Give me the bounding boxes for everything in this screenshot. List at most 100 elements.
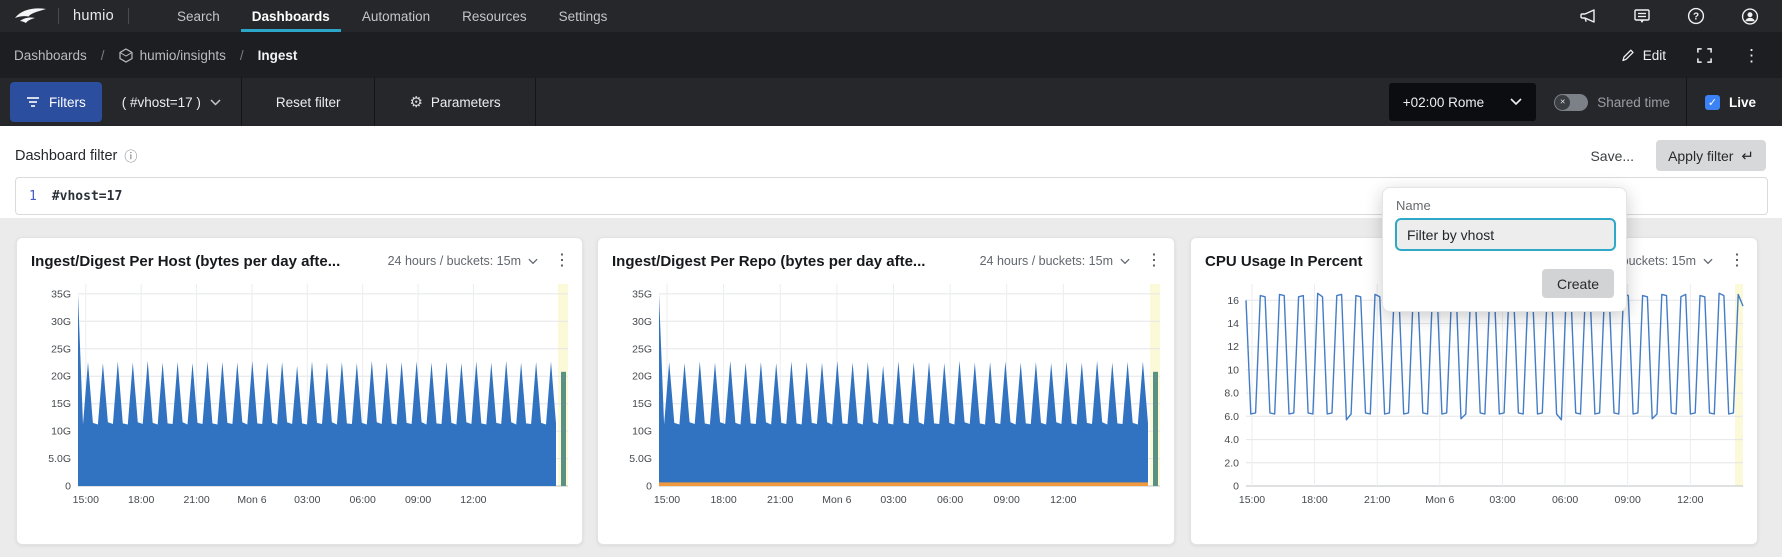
- breadcrumb-repository[interactable]: humio/insights: [119, 48, 226, 63]
- nav-item-search[interactable]: Search: [166, 0, 231, 32]
- svg-text:5.0G: 5.0G: [48, 453, 71, 465]
- svg-text:09:00: 09:00: [994, 494, 1020, 506]
- live-label: Live: [1729, 95, 1756, 110]
- svg-text:06:00: 06:00: [350, 494, 376, 506]
- shared-time-toggle[interactable]: ✕: [1554, 94, 1588, 111]
- edit-button[interactable]: Edit: [1620, 47, 1666, 63]
- svg-text:12: 12: [1227, 341, 1239, 353]
- filter-name-input[interactable]: [1395, 218, 1616, 251]
- divider: [535, 78, 536, 126]
- breadcrumb-dashboards[interactable]: Dashboards: [14, 48, 87, 63]
- svg-text:15G: 15G: [632, 398, 652, 410]
- widget-ingest-per-host: Ingest/Digest Per Host (bytes per day af…: [16, 237, 583, 545]
- crowdstrike-falcon-logo-icon[interactable]: [14, 5, 48, 27]
- svg-text:35G: 35G: [51, 288, 71, 300]
- chevron-down-icon: [1703, 258, 1713, 265]
- svg-text:09:00: 09:00: [405, 494, 431, 506]
- svg-text:15:00: 15:00: [73, 494, 99, 506]
- chart-canvas[interactable]: 05.0G10G15G20G25G30G35G15:0018:0021:00Mo…: [21, 276, 578, 519]
- svg-text:5.0G: 5.0G: [629, 453, 652, 465]
- chart-canvas[interactable]: 05.0G10G15G20G25G30G35G15:0018:0021:00Mo…: [602, 276, 1170, 519]
- save-filter-button[interactable]: Save...: [1590, 148, 1634, 164]
- svg-text:15G: 15G: [51, 398, 71, 410]
- svg-text:20G: 20G: [51, 371, 71, 383]
- svg-text:0: 0: [646, 481, 652, 493]
- reset-filter-label: Reset filter: [276, 95, 341, 110]
- popup-name-label: Name: [1396, 198, 1626, 213]
- svg-text:03:00: 03:00: [294, 494, 320, 506]
- svg-text:20G: 20G: [632, 371, 652, 383]
- apply-filter-button[interactable]: Apply filter ↵: [1656, 140, 1766, 171]
- svg-text:18:00: 18:00: [710, 494, 736, 506]
- apply-filter-label: Apply filter: [1668, 148, 1733, 164]
- brand-name[interactable]: humio: [73, 8, 114, 24]
- help-icon[interactable]: ?: [1686, 6, 1706, 26]
- nav-item-settings[interactable]: Settings: [548, 0, 619, 32]
- svg-text:21:00: 21:00: [183, 494, 209, 506]
- nav-items: Search Dashboards Automation Resources Setti…: [161, 0, 623, 32]
- fullscreen-button[interactable]: [1696, 47, 1713, 64]
- breadcrumb-separator: /: [240, 48, 244, 63]
- widget-menu-button[interactable]: ⋮: [554, 253, 570, 269]
- time-range-label: 24 hours / buckets: 15m: [980, 254, 1113, 268]
- more-options-button[interactable]: ⋮: [1743, 47, 1760, 64]
- svg-text:25G: 25G: [51, 343, 71, 355]
- chart-canvas[interactable]: 02.04.06.08.01012141615:0018:0021:00Mon …: [1195, 276, 1753, 519]
- active-filter-dropdown[interactable]: ( #vhost=17 ): [102, 78, 241, 126]
- return-key-icon: ↵: [1741, 147, 1754, 165]
- svg-text:Mon 6: Mon 6: [822, 494, 851, 506]
- svg-text:10G: 10G: [632, 426, 652, 438]
- dashboard-filter-bar: Filters ( #vhost=17 ) Reset filter ⚙ Par…: [0, 78, 1782, 126]
- gear-icon: ⚙: [409, 93, 422, 111]
- svg-text:03:00: 03:00: [880, 494, 906, 506]
- time-range-dropdown[interactable]: 24 hours / buckets: 15m: [388, 254, 538, 268]
- svg-text:35G: 35G: [632, 288, 652, 300]
- editor-query-text: #vhost=17: [52, 189, 122, 204]
- pencil-icon: [1620, 47, 1636, 63]
- nav-item-resources[interactable]: Resources: [451, 0, 538, 32]
- svg-text:0: 0: [1233, 481, 1239, 493]
- svg-text:03:00: 03:00: [1489, 494, 1515, 506]
- divider: [58, 8, 59, 24]
- breadcrumb-separator: /: [101, 48, 105, 63]
- reset-filter-button[interactable]: Reset filter: [242, 78, 375, 126]
- chevron-down-icon: [1510, 98, 1522, 106]
- timezone-dropdown[interactable]: +02:00 Rome: [1389, 83, 1536, 121]
- account-icon[interactable]: [1740, 6, 1760, 26]
- announcements-icon[interactable]: [1578, 6, 1598, 26]
- divider: [128, 8, 129, 24]
- timezone-label: +02:00 Rome: [1403, 95, 1484, 110]
- top-nav-bar: humio Search Dashboards Automation Resource…: [0, 0, 1782, 32]
- info-icon[interactable]: ⓘ: [124, 146, 137, 165]
- parameters-button[interactable]: ⚙ Parameters: [375, 78, 534, 126]
- chevron-down-icon: [1120, 258, 1130, 265]
- nav-item-automation[interactable]: Automation: [351, 0, 441, 32]
- nav-item-dashboards[interactable]: Dashboards: [241, 0, 341, 32]
- save-filter-popup: Name Create: [1382, 187, 1627, 312]
- time-range-label: 24 hours / buckets: 15m: [388, 254, 521, 268]
- filters-button[interactable]: Filters: [10, 82, 102, 122]
- svg-text:10G: 10G: [51, 426, 71, 438]
- widget-menu-button[interactable]: ⋮: [1729, 253, 1745, 269]
- chevron-down-icon: [210, 99, 221, 106]
- svg-text:21:00: 21:00: [767, 494, 793, 506]
- svg-text:30G: 30G: [51, 316, 71, 328]
- widget-title: Ingest/Digest Per Host (bytes per day af…: [31, 253, 340, 270]
- feedback-icon[interactable]: [1632, 6, 1652, 26]
- widget-title: CPU Usage In Percent: [1205, 253, 1363, 270]
- svg-text:12:00: 12:00: [460, 494, 486, 506]
- time-range-dropdown[interactable]: 24 hours / buckets: 15m: [980, 254, 1130, 268]
- create-button[interactable]: Create: [1542, 269, 1614, 298]
- filters-label: Filters: [49, 95, 86, 110]
- svg-text:25G: 25G: [632, 343, 652, 355]
- svg-text:4.0: 4.0: [1224, 434, 1239, 446]
- filter-lines-icon: [26, 96, 40, 108]
- live-checkbox[interactable]: ✓: [1705, 95, 1720, 110]
- active-filter-label: ( #vhost=17 ): [122, 95, 201, 110]
- breadcrumb-current-page: Ingest: [258, 48, 298, 63]
- svg-text:12:00: 12:00: [1050, 494, 1076, 506]
- breadcrumb-repo-label: humio/insights: [140, 48, 226, 63]
- svg-text:18:00: 18:00: [1301, 494, 1327, 506]
- svg-text:?: ?: [1693, 12, 1699, 23]
- widget-menu-button[interactable]: ⋮: [1146, 253, 1162, 269]
